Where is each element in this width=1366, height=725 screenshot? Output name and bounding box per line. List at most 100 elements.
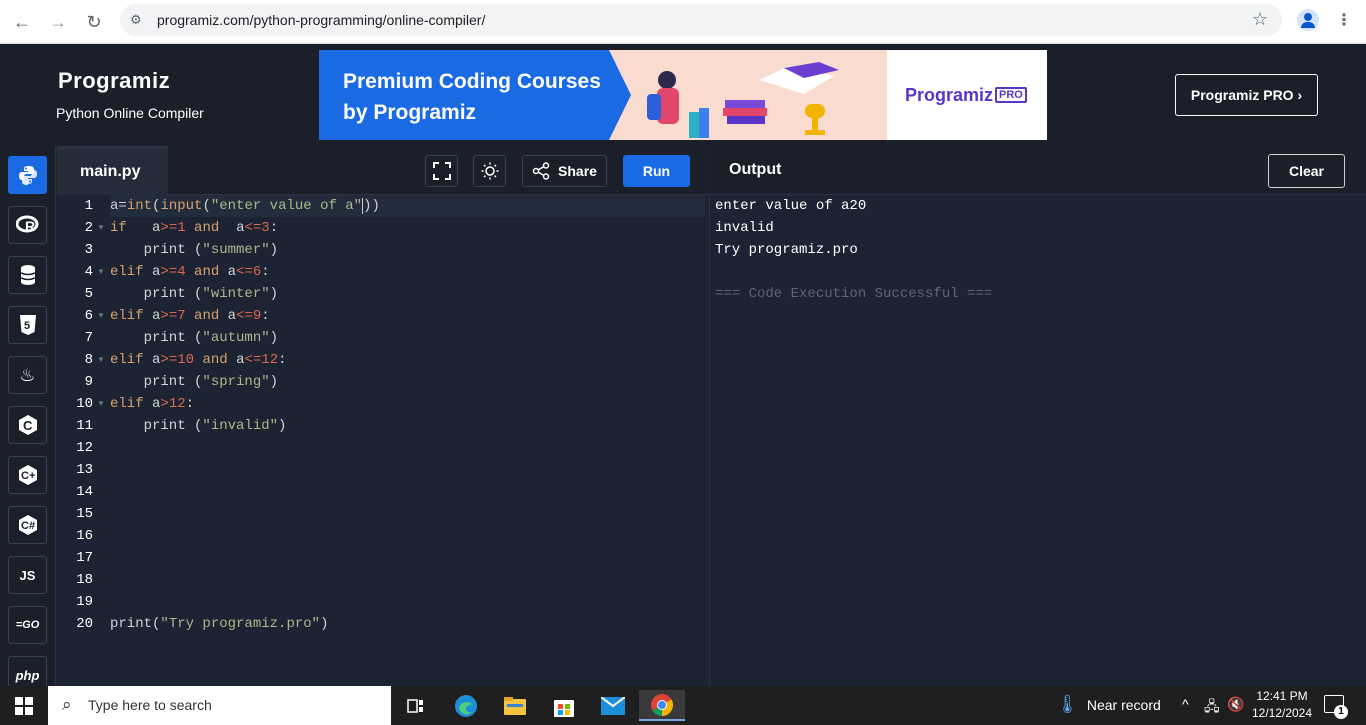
- run-button[interactable]: Run: [623, 155, 690, 187]
- line-number: 7: [84, 330, 93, 346]
- microsoft-store-icon[interactable]: [541, 690, 587, 721]
- editor-toolbar: main.py Share Run: [57, 146, 710, 195]
- share-button[interactable]: Share: [522, 155, 607, 187]
- fold-arrow-icon[interactable]: ▼: [97, 305, 105, 327]
- code-editor[interactable]: a=int(input("enter value of a")) if a>=1…: [57, 195, 710, 686]
- mail-icon[interactable]: [590, 690, 636, 721]
- js-icon[interactable]: JS: [8, 556, 47, 594]
- programiz-logo[interactable]: Programiz: [58, 68, 170, 94]
- go-icon[interactable]: =GO: [8, 606, 47, 644]
- python-icon[interactable]: [8, 156, 47, 194]
- line-number: 5: [84, 286, 93, 302]
- output-console[interactable]: enter value of a20 invalid Try programiz…: [711, 195, 1366, 686]
- code-line[interactable]: print ("spring"): [110, 371, 705, 393]
- reload-icon[interactable]: ↻: [80, 8, 108, 36]
- fullscreen-icon[interactable]: [425, 155, 458, 187]
- notification-count-badge: 1: [1334, 705, 1348, 719]
- execution-status: === Code Execution Successful ===: [715, 286, 993, 302]
- network-icon[interactable]: 🖧: [1204, 696, 1220, 720]
- code-line[interactable]: print ("winter"): [110, 283, 705, 305]
- fold-arrow-icon[interactable]: ▼: [97, 217, 105, 239]
- weather-text: Near record: [1086, 697, 1161, 713]
- speaker-muted-icon[interactable]: 🔇: [1227, 696, 1244, 713]
- svg-text:5: 5: [24, 320, 30, 332]
- address-bar[interactable]: ⚙ programiz.com/python-programming/onlin…: [120, 4, 1282, 36]
- share-icon: [532, 162, 550, 180]
- database-icon[interactable]: [8, 256, 47, 294]
- forward-icon[interactable]: →: [44, 8, 72, 36]
- c-icon[interactable]: C: [8, 406, 47, 444]
- code-line[interactable]: if a>=1 and a<=3:: [110, 217, 705, 239]
- system-clock[interactable]: 12:41 PM 12/12/2024: [1250, 688, 1314, 722]
- promo-banner[interactable]: Premium Coding Courses by Programiz Prog…: [319, 50, 1047, 140]
- edge-browser-icon[interactable]: [443, 690, 489, 721]
- line-number: 2: [84, 220, 93, 236]
- search-icon: ⌕: [62, 695, 72, 714]
- html5-icon[interactable]: 5: [8, 306, 47, 344]
- banner-title: Premium Coding Courses by Programiz: [343, 70, 601, 124]
- line-number: 1: [84, 198, 93, 214]
- output-toolbar: Output Clear: [711, 146, 1366, 195]
- output-line: enter value of a20: [715, 198, 867, 214]
- line-number: 13: [76, 462, 93, 478]
- bookmark-star-icon[interactable]: ☆: [1252, 9, 1268, 30]
- fold-arrow-icon[interactable]: ▼: [97, 393, 105, 415]
- code-line[interactable]: print ("invalid"): [110, 415, 705, 437]
- url-text[interactable]: programiz.com/python-programming/online-…: [157, 12, 485, 28]
- line-number: 12: [76, 440, 93, 456]
- chevron-up-icon[interactable]: ^: [1182, 696, 1189, 712]
- svg-text:R: R: [25, 218, 35, 234]
- code-line[interactable]: print("Try programiz.pro"): [110, 613, 705, 635]
- code-line[interactable]: print ("summer"): [110, 239, 705, 261]
- taskbar-search[interactable]: ⌕ Type here to search: [48, 686, 391, 725]
- language-sidebar: R 5 ♨ C C+ C# JS =GO php: [0, 146, 56, 694]
- code-line[interactable]: a=int(input("enter value of a")): [110, 195, 705, 217]
- task-view-icon[interactable]: [393, 690, 439, 721]
- svg-text:C: C: [23, 418, 33, 433]
- code-line[interactable]: elif a>=4 and a<=6:: [110, 261, 705, 283]
- line-number: 19: [76, 594, 93, 610]
- search-placeholder: Type here to search: [88, 697, 212, 713]
- windows-start-icon[interactable]: [0, 686, 48, 725]
- r-icon[interactable]: R: [8, 206, 47, 244]
- csharp-icon[interactable]: C#: [8, 506, 47, 544]
- file-explorer-icon[interactable]: [492, 690, 538, 721]
- thermometer-icon: 🌡: [1056, 694, 1079, 714]
- programiz-pro-button[interactable]: Programiz PRO ›: [1175, 74, 1318, 116]
- code-line[interactable]: print ("autumn"): [110, 327, 705, 349]
- line-number: 10: [76, 396, 93, 412]
- svg-text:C+: C+: [21, 470, 35, 482]
- back-icon[interactable]: ←: [8, 8, 36, 36]
- line-number: 9: [84, 374, 93, 390]
- line-number: 11: [76, 418, 93, 434]
- menu-kebab-icon[interactable]: ⋮: [1336, 10, 1352, 30]
- profile-icon[interactable]: [1297, 9, 1319, 31]
- site-info-icon[interactable]: ⚙: [130, 12, 146, 28]
- output-title: Output: [729, 161, 782, 178]
- weather-widget[interactable]: 🌡 Near record: [1056, 694, 1161, 715]
- code-line[interactable]: elif a>=10 and a<=12:: [110, 349, 705, 371]
- code-line[interactable]: elif a>12:: [110, 393, 705, 415]
- clock-date: 12/12/2024: [1251, 706, 1313, 720]
- fold-arrow-icon[interactable]: ▼: [97, 349, 105, 371]
- code-line[interactable]: elif a>=7 and a<=9:: [110, 305, 705, 327]
- banner-pro-badge: PRO: [995, 87, 1027, 103]
- clear-button[interactable]: Clear: [1268, 154, 1345, 188]
- java-icon[interactable]: ♨: [8, 356, 47, 394]
- chrome-icon[interactable]: [639, 690, 685, 721]
- site-header: Programiz Python Online Compiler Premium…: [0, 44, 1366, 146]
- fold-arrow-icon[interactable]: ▼: [97, 261, 105, 283]
- line-number: 20: [76, 616, 93, 632]
- line-number: 18: [76, 572, 93, 588]
- banner-illustration: [647, 62, 839, 138]
- cpp-icon[interactable]: C+: [8, 456, 47, 494]
- tab-main-py[interactable]: main.py: [57, 146, 168, 195]
- theme-toggle-icon[interactable]: [473, 155, 506, 187]
- page-subtitle: Python Online Compiler: [56, 105, 204, 121]
- line-number: 8: [84, 352, 93, 368]
- line-number: 6: [84, 308, 93, 324]
- line-number: 17: [76, 550, 93, 566]
- line-number: 15: [76, 506, 93, 522]
- line-number: 14: [76, 484, 93, 500]
- browser-toolbar: ← → ↻ ⚙ programiz.com/python-programming…: [0, 0, 1366, 44]
